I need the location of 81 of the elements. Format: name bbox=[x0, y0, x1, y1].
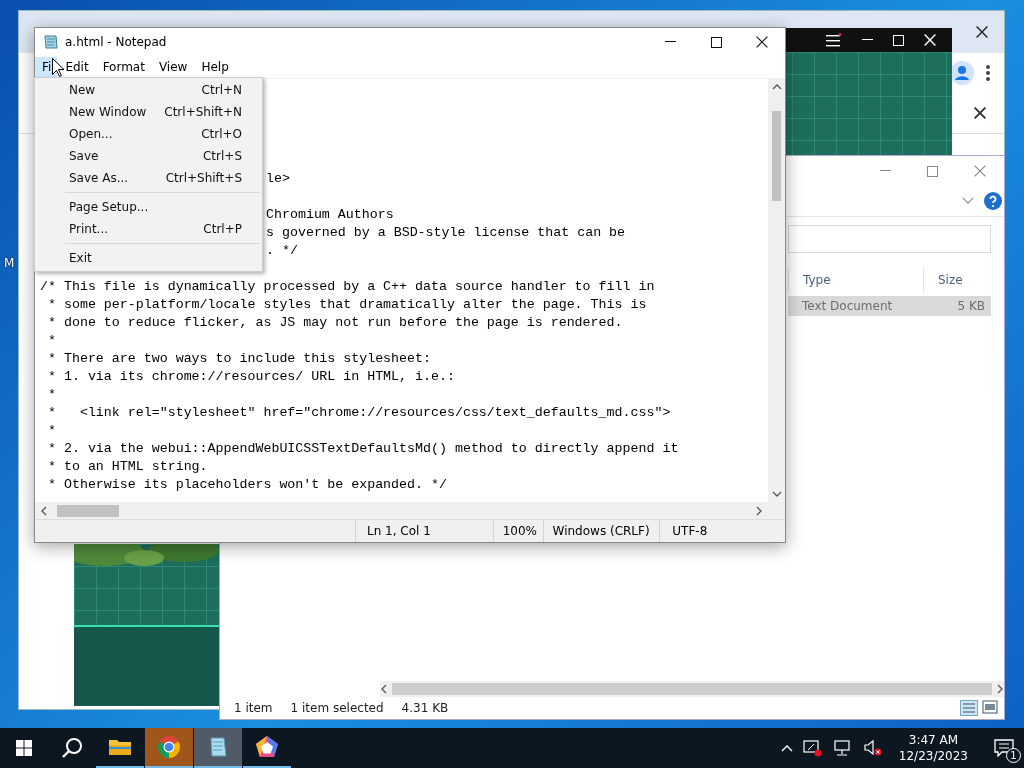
code-line: * bbox=[46, 423, 56, 438]
mouse-pointer-icon bbox=[52, 58, 64, 77]
speaker-muted-icon[interactable] bbox=[862, 739, 883, 757]
code-line: * bbox=[46, 387, 56, 402]
network-icon[interactable] bbox=[832, 739, 853, 757]
close-icon[interactable] bbox=[976, 26, 988, 38]
notepad-icon bbox=[43, 34, 59, 50]
status-text: 4.31 KB bbox=[401, 701, 449, 715]
scrollbar-thumb[interactable] bbox=[772, 111, 781, 201]
maximize-icon[interactable] bbox=[710, 36, 722, 48]
menu-item[interactable]: Exit bbox=[35, 247, 262, 269]
status-text: UTF-8 bbox=[659, 520, 785, 542]
scrollbar-thumb[interactable] bbox=[57, 504, 119, 517]
desktop-icon-label[interactable]: M bbox=[4, 256, 15, 270]
chevron-left-icon[interactable] bbox=[380, 684, 388, 694]
profile-icon[interactable] bbox=[950, 61, 974, 85]
minimize-icon[interactable] bbox=[862, 39, 873, 41]
pentagon-icon bbox=[255, 735, 279, 759]
clock-date: 12/23/2023 bbox=[898, 748, 968, 764]
minimize-icon[interactable] bbox=[664, 41, 676, 43]
menu-item[interactable]: Page Setup... bbox=[35, 196, 262, 218]
status-text: Windows (CRLF) bbox=[542, 520, 660, 542]
menu-item[interactable]: Print... Ctrl+P bbox=[35, 218, 262, 240]
chevron-right-icon[interactable] bbox=[755, 505, 763, 516]
large-icons-view-icon[interactable] bbox=[982, 700, 998, 714]
status-text: Ln 1, Col 1 bbox=[355, 520, 493, 542]
scrollbar-thumb[interactable] bbox=[392, 683, 992, 695]
help-icon[interactable] bbox=[984, 192, 1002, 210]
code-line: * bbox=[46, 333, 56, 348]
windows-logo-icon[interactable] bbox=[16, 740, 32, 756]
menu-item[interactable]: View bbox=[151, 57, 194, 77]
status-text: 1 item bbox=[234, 701, 273, 715]
column-header[interactable]: Size bbox=[923, 267, 1004, 293]
code-line: Chromium Authors bbox=[266, 207, 394, 222]
vertical-scrollbar[interactable] bbox=[768, 79, 785, 502]
menu-item[interactable]: New Window Ctrl+Shift+N bbox=[35, 101, 262, 123]
menu-item[interactable]: Save Ctrl+S bbox=[35, 145, 262, 167]
horizontal-scrollbar[interactable] bbox=[380, 681, 1004, 697]
menu-item[interactable]: Format bbox=[95, 57, 151, 77]
chevron-down-icon[interactable] bbox=[771, 490, 782, 498]
menu-item[interactable]: Open... Ctrl+O bbox=[35, 123, 262, 145]
column-header[interactable]: Type bbox=[788, 267, 923, 293]
file-row[interactable]: Text Document 5 KB bbox=[788, 296, 991, 316]
code-line: /* This file is dynamically processed by a C++ data source handler to fill in bbox=[40, 279, 655, 294]
chevron-down-icon[interactable] bbox=[962, 197, 974, 205]
code-line: * 1. via its chrome://resources/ URL in HTML, i.e.: bbox=[46, 369, 455, 384]
menu-icon[interactable] bbox=[826, 33, 842, 47]
folder-icon bbox=[108, 737, 132, 757]
status-text: 100% bbox=[492, 520, 543, 542]
code-line: s governed by a BSD-style license that can be bbox=[266, 225, 626, 240]
clock-time: 3:47 AM bbox=[908, 732, 959, 748]
search-icon[interactable] bbox=[61, 737, 83, 759]
device-alert-icon[interactable] bbox=[802, 739, 823, 757]
file-type: Text Document bbox=[801, 299, 894, 313]
window-title: a.html - Notepad bbox=[65, 35, 167, 49]
menu-item[interactable]: Help bbox=[194, 57, 235, 77]
notification-icon[interactable] bbox=[994, 739, 1014, 757]
code-line: * done to reduce flicker, as JS may not run before the page is rendered. bbox=[46, 315, 623, 330]
horizontal-scrollbar[interactable] bbox=[35, 502, 785, 519]
status-text: 1 item selected bbox=[290, 701, 384, 715]
close-icon[interactable] bbox=[974, 107, 986, 119]
code-line: . */ bbox=[266, 243, 298, 258]
code-line: * There are two ways to include this stylesheet: bbox=[46, 351, 431, 366]
code-line: * to an HTML string. bbox=[46, 459, 208, 474]
code-line: * some per-platform/locale styles that dramatically alter the page. This is bbox=[46, 297, 647, 312]
chevron-left-icon[interactable] bbox=[40, 505, 48, 516]
code-line: * 2. via the webui::AppendWebUICSSTextDefaultsMd() method to directly append it bbox=[46, 441, 679, 456]
close-icon[interactable] bbox=[756, 36, 768, 48]
notepad-icon bbox=[207, 736, 229, 758]
chevron-right-icon[interactable] bbox=[996, 684, 1004, 694]
menu-item[interactable]: New Ctrl+N bbox=[35, 79, 262, 101]
more-icon[interactable] bbox=[986, 65, 990, 81]
code-line: le> bbox=[266, 171, 290, 186]
file-size: 5 KB bbox=[956, 299, 986, 313]
menu-item[interactable]: Save As... Ctrl+Shift+S bbox=[35, 167, 262, 189]
notification-count: 1 bbox=[1006, 748, 1021, 763]
code-line: * Otherwise its placeholders won't be expanded. */ bbox=[46, 477, 447, 492]
chevron-up-icon[interactable] bbox=[771, 83, 782, 91]
code-line: * <link rel="stylesheet" href="chrome://resources/css/text_defaults_md.css"> bbox=[46, 405, 671, 420]
search-field[interactable] bbox=[788, 225, 991, 253]
browser-icon bbox=[157, 735, 181, 759]
